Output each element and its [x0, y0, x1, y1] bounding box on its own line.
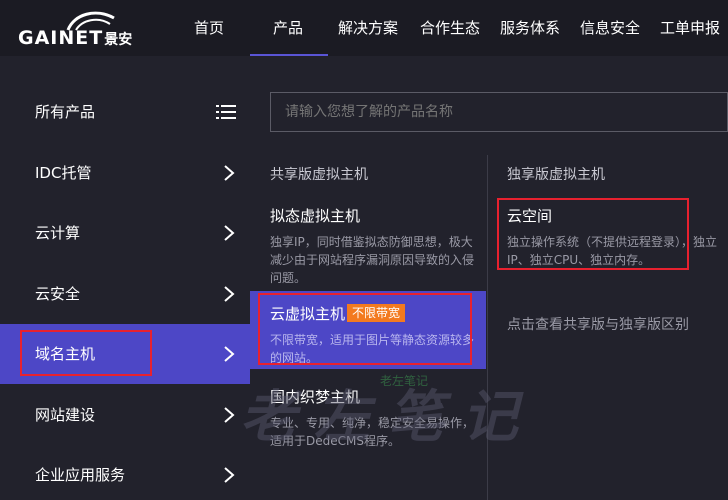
list-icon[interactable]: [216, 104, 236, 120]
shared-hosting-title: 共享版虚拟主机: [270, 167, 368, 183]
search-input[interactable]: [285, 104, 715, 120]
sidebar-item-label: 网站建设: [35, 406, 96, 424]
top-nav-bar: GAINET景安 首页 产品 解决方案 合作生态 服务体系 信息安全 工单申报: [0, 0, 728, 56]
logo-cn: 景安: [104, 32, 133, 48]
nav-solutions[interactable]: 解决方案: [338, 17, 398, 38]
dedicated-hosting-title: 独享版虚拟主机: [507, 167, 605, 183]
sidebar-item-enterprise-apps[interactable]: 企业应用服务: [0, 445, 250, 500]
product-mimic-host-desc: 独享IP，同时借鉴拟态防御思想，极大减少由于网站程序漏洞原因导致的入侵问题。: [270, 235, 475, 285]
product-search-box: [270, 92, 728, 132]
sidebar-header-label: 所有产品: [35, 103, 96, 121]
sidebar-item-label: 云安全: [35, 285, 81, 303]
nav-products[interactable]: 产品: [273, 17, 303, 38]
chevron-right-icon: [224, 407, 235, 423]
chevron-right-icon: [224, 346, 235, 362]
sidebar-item-label: 企业应用服务: [35, 466, 126, 484]
nav-ecosystem[interactable]: 合作生态: [420, 17, 480, 38]
nav-home[interactable]: 首页: [194, 17, 224, 38]
watermark-small-text: 老左笔记: [380, 374, 429, 388]
nav-security[interactable]: 信息安全: [580, 17, 640, 38]
sidebar-item-website-building[interactable]: 网站建设: [0, 385, 250, 445]
highlight-box: [258, 293, 472, 365]
nav-service[interactable]: 服务体系: [500, 17, 560, 38]
highlight-box: [20, 330, 152, 376]
compare-shared-dedicated-link[interactable]: 点击查看共享版与独享版区别: [507, 314, 689, 334]
logo-text: GAINET: [18, 27, 104, 49]
sidebar-item-label: IDC托管: [35, 164, 92, 182]
chevron-right-icon: [224, 225, 235, 241]
product-mimic-host-title[interactable]: 拟态虚拟主机: [270, 205, 360, 226]
sidebar-item-cloud-computing[interactable]: 云计算: [0, 203, 250, 263]
chevron-right-icon: [224, 467, 235, 483]
chevron-right-icon: [224, 286, 235, 302]
nav-active-underline: [250, 54, 328, 56]
highlight-box: [497, 198, 689, 270]
sidebar-item-label: 云计算: [35, 224, 81, 242]
sidebar-item-cloud-security[interactable]: 云安全: [0, 264, 250, 324]
sidebar-header-all-products[interactable]: 所有产品: [0, 82, 250, 142]
sidebar-item-idc[interactable]: IDC托管: [0, 143, 250, 203]
nav-ticket[interactable]: 工单申报: [660, 17, 720, 38]
chevron-right-icon: [224, 165, 235, 181]
gainet-logo[interactable]: GAINET景安: [18, 10, 158, 50]
